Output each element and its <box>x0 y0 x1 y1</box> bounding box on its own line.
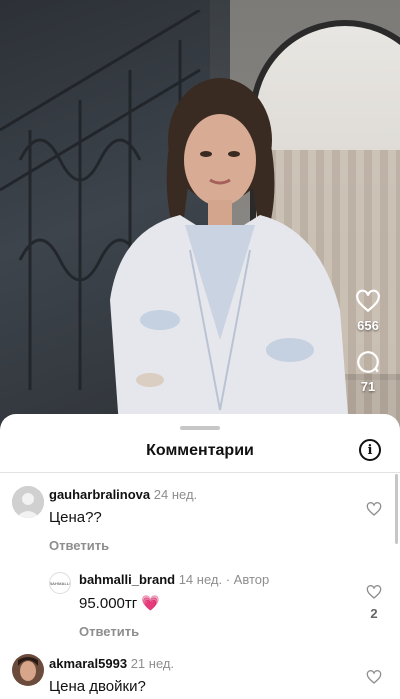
comment-username[interactable]: akmaral5993 <box>49 656 127 671</box>
reply-button[interactable]: Ответить <box>79 624 269 639</box>
sheet-drag-handle[interactable] <box>180 426 220 430</box>
comment-time: 21 нед. <box>130 656 175 671</box>
comment-text: Цена двойки? <box>49 678 146 695</box>
comment-body: bahmalli_brand 14 нед. · Автор 95.000тг … <box>79 572 269 639</box>
sheet-title: Комментарии <box>146 442 254 459</box>
comment-time: 14 нед. <box>178 572 223 587</box>
avatar[interactable] <box>12 486 44 518</box>
comment-time: 24 нед. <box>153 487 198 502</box>
user-photo-avatar <box>12 654 44 686</box>
comment-body: akmaral5993 21 нед. Цена двойки? <box>49 656 174 695</box>
heart-icon <box>366 502 382 516</box>
like-button[interactable]: 656 <box>348 288 388 333</box>
comment-text: 95.000тг 💗 <box>79 595 161 612</box>
video-actions: 656 71 <box>348 288 388 410</box>
comment-like-count: 2 <box>370 606 378 621</box>
comment-button[interactable]: 71 <box>348 349 388 394</box>
video-subject <box>110 78 350 440</box>
comment-like-button[interactable]: 2 <box>366 584 382 621</box>
video-player[interactable] <box>0 0 400 440</box>
comment-like-button[interactable] <box>366 501 382 517</box>
comment-username[interactable]: gauharbralinova <box>49 487 150 502</box>
info-icon[interactable]: i <box>359 439 381 461</box>
comment-like-button[interactable] <box>366 669 382 685</box>
default-avatar-icon <box>12 486 44 518</box>
comment-text: Цена?? <box>49 509 102 526</box>
author-tag: · Автор <box>225 572 270 587</box>
header-divider <box>0 472 400 473</box>
comment-body: gauharbralinova 24 нед. Цена?? Ответить <box>49 487 197 553</box>
avatar[interactable] <box>12 654 44 686</box>
avatar[interactable]: BAHMALLI <box>49 572 71 594</box>
like-count: 656 <box>357 318 379 333</box>
comment-bubble-icon <box>357 351 379 373</box>
comment-count: 71 <box>360 379 376 394</box>
heart-icon <box>356 289 380 313</box>
reply-button[interactable]: Ответить <box>49 538 197 553</box>
comment-username[interactable]: bahmalli_brand <box>79 572 175 587</box>
heart-icon <box>366 670 382 684</box>
heart-icon <box>366 585 382 599</box>
comments-sheet: Комментарии i gauharbralinova 24 нед. Це… <box>0 414 400 699</box>
scrollbar[interactable] <box>395 474 398 544</box>
